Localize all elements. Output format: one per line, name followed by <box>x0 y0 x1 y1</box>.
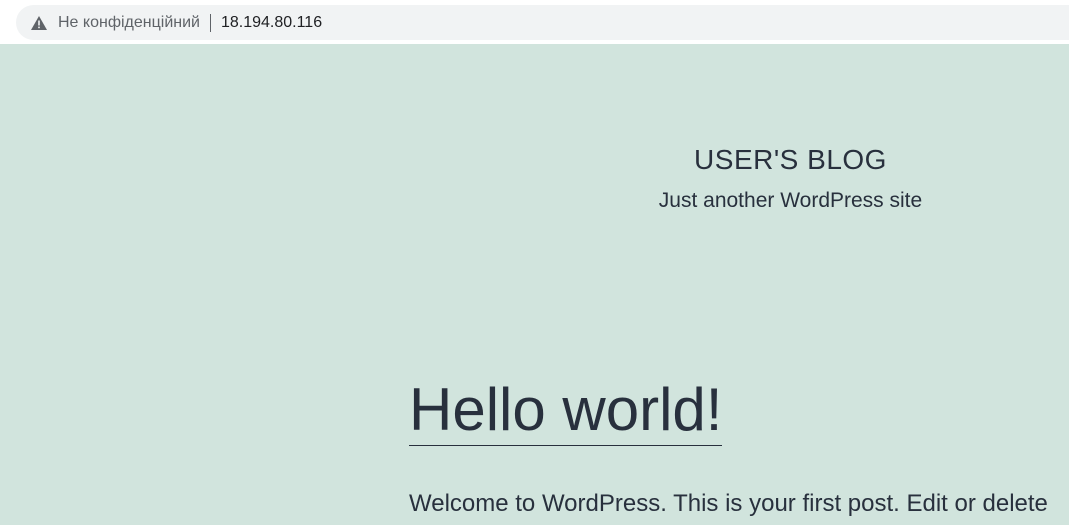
post-title-link[interactable]: Hello world! <box>409 375 723 446</box>
url-text[interactable]: 18.194.80.116 <box>221 14 322 32</box>
warning-triangle-icon[interactable] <box>30 14 48 32</box>
site-title-link[interactable]: USER'S BLOG <box>0 144 1069 176</box>
site-description: Just another WordPress site <box>658 189 923 212</box>
address-separator <box>209 13 211 32</box>
address-bar[interactable]: Не конфіденційний 18.194.80.116 <box>16 5 1069 40</box>
browser-toolbar: Не конфіденційний 18.194.80.116 <box>0 0 1069 44</box>
page-content: USER'S BLOG Just another WordPress site … <box>0 44 1069 525</box>
post-excerpt: Welcome to WordPress. This is your first… <box>409 490 1048 517</box>
security-status-label[interactable]: Не конфіденційний <box>58 14 200 32</box>
